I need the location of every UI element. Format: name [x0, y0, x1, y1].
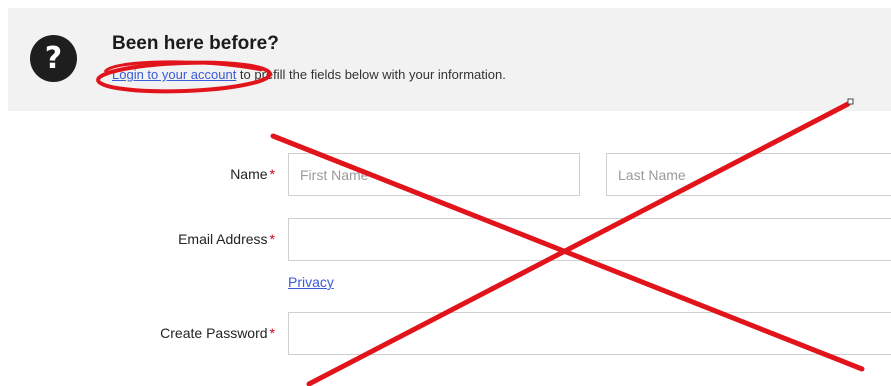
- required-asterisk: *: [269, 325, 275, 341]
- signup-page: ? Been here before? Login to your accoun…: [0, 0, 891, 386]
- required-asterisk: *: [269, 231, 275, 247]
- privacy-link[interactable]: Privacy: [288, 274, 334, 290]
- banner-message-text: to prefill the fields below with your in…: [236, 67, 506, 82]
- required-asterisk: *: [269, 166, 275, 182]
- password-label: Create Password *: [160, 325, 275, 341]
- last-name-input[interactable]: [606, 153, 891, 196]
- banner-message: Login to your account to prefill the fie…: [112, 67, 506, 82]
- login-link[interactable]: Login to your account: [112, 67, 236, 82]
- question-mark-icon: ?: [30, 35, 77, 82]
- name-label: Name *: [230, 166, 275, 182]
- email-input[interactable]: [288, 218, 891, 261]
- returning-user-banner: ? Been here before? Login to your accoun…: [8, 8, 891, 111]
- banner-title: Been here before?: [112, 33, 279, 54]
- email-label: Email Address *: [178, 231, 275, 247]
- password-input[interactable]: [288, 312, 891, 355]
- first-name-input[interactable]: [288, 153, 580, 196]
